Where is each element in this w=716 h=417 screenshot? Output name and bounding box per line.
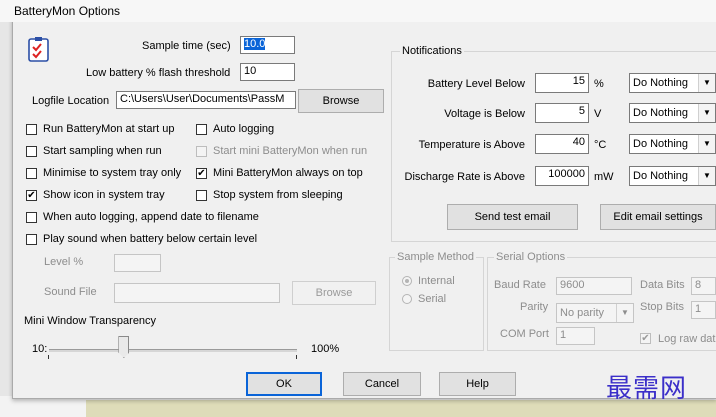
notification-unit: % (594, 78, 604, 90)
app-icon (28, 36, 50, 62)
option-label: Start sampling when run (43, 145, 162, 157)
option-label: Mini BatteryMon always on top (213, 167, 363, 179)
notification-threshold-input[interactable]: 5 (535, 103, 589, 123)
option-label: When auto logging, append date to filena… (43, 211, 259, 223)
parity-select[interactable]: No parity ▼ (556, 303, 634, 323)
transparency-max-label: 100% (311, 343, 340, 355)
title-bar: BatteryMon Options (0, 0, 716, 22)
option-label: Play sound when battery below certain le… (43, 233, 258, 245)
option-checkbox[interactable] (26, 168, 37, 179)
low-battery-threshold-label: Low battery % flash threshold (86, 67, 231, 79)
internal-radio[interactable] (402, 276, 412, 286)
notification-label: Voltage is Below (444, 108, 525, 120)
parity-label: Parity (520, 301, 549, 313)
option-checkbox[interactable] (26, 124, 37, 135)
option-checkbox[interactable]: ✔ (26, 190, 37, 201)
low-battery-threshold-input[interactable]: 10 (240, 63, 295, 81)
transparency-min-label: 10: (32, 343, 48, 355)
slider-tick (296, 355, 297, 359)
option-label: Run BatteryMon at start up (43, 123, 175, 135)
option-label: Stop system from sleeping (213, 189, 343, 201)
chevron-down-icon: ▼ (616, 304, 633, 322)
logfile-browse-button[interactable]: Browse (298, 89, 384, 113)
chevron-down-icon: ▼ (698, 74, 715, 92)
notification-unit: mW (594, 171, 614, 183)
option-label: Auto logging (213, 123, 275, 135)
option-checkbox[interactable] (26, 234, 37, 245)
sound-browse-button[interactable]: Browse (292, 281, 376, 305)
option-label: Start mini BatteryMon when run (213, 145, 368, 157)
serial-label: Serial (418, 293, 447, 305)
level-input[interactable] (114, 254, 161, 272)
logfile-location-label: Logfile Location (32, 95, 110, 107)
cancel-button[interactable]: Cancel (343, 372, 421, 396)
chevron-down-icon: ▼ (698, 135, 715, 153)
option-label: Show icon in system tray (43, 189, 165, 201)
sound-file-label: Sound File (44, 286, 97, 298)
notification-action-select[interactable]: Do Nothing ▼ (629, 166, 716, 186)
notification-action-value: Do Nothing (633, 77, 689, 89)
stop-bits-label: Stop Bits (640, 301, 685, 313)
transparency-label: Mini Window Transparency (24, 315, 157, 327)
notifications-group-title: Notifications (400, 45, 464, 57)
level-label: Level % (44, 256, 84, 268)
serial-radio[interactable] (402, 294, 412, 304)
parity-value: No parity (560, 307, 605, 319)
ok-button[interactable]: OK (246, 372, 322, 396)
com-port-input[interactable]: 1 (556, 327, 595, 345)
option-checkbox[interactable] (196, 190, 207, 201)
notification-threshold-input[interactable]: 100000 (535, 166, 589, 186)
site-watermark: 最需网 (606, 374, 688, 404)
option-checkbox[interactable]: ✔ (196, 168, 207, 179)
notification-action-value: Do Nothing (633, 107, 689, 119)
help-button[interactable]: Help (439, 372, 516, 396)
data-bits-label: Data Bits (640, 279, 685, 291)
slider-tick (48, 355, 49, 359)
internal-label: Internal (418, 275, 455, 287)
option-checkbox[interactable] (26, 212, 37, 223)
sound-file-input[interactable] (114, 283, 280, 303)
notification-action-select[interactable]: Do Nothing ▼ (629, 103, 716, 123)
notification-label: Temperature is Above (418, 139, 525, 151)
baud-rate-label: Baud Rate (494, 279, 546, 291)
sample-method-title: Sample Method (395, 251, 477, 263)
notification-unit: V (594, 108, 602, 120)
log-raw-data-checkbox[interactable]: ✔ (640, 333, 651, 344)
chevron-down-icon: ▼ (698, 167, 715, 185)
notification-action-select[interactable]: Do Nothing ▼ (629, 134, 716, 154)
log-raw-data-label: Log raw dat (658, 333, 716, 345)
notification-action-value: Do Nothing (633, 138, 689, 150)
notification-unit: °C (594, 139, 607, 151)
option-checkbox[interactable] (196, 124, 207, 135)
notification-threshold-input[interactable]: 40 (535, 134, 589, 154)
notification-action-select[interactable]: Do Nothing ▼ (629, 73, 716, 93)
serial-options-title: Serial Options (494, 251, 568, 263)
data-bits-input[interactable]: 8 (691, 277, 716, 295)
edit-email-settings-button[interactable]: Edit email settings (600, 204, 716, 230)
sample-time-label: Sample time (sec) (142, 40, 231, 52)
notification-action-value: Do Nothing (633, 170, 689, 182)
sample-time-value: 10.0 (244, 38, 266, 50)
notification-label: Battery Level Below (427, 78, 525, 90)
notification-threshold-input[interactable]: 15 (535, 73, 589, 93)
notification-label: Discharge Rate is Above (404, 171, 525, 183)
option-label: Minimise to system tray only (43, 167, 182, 179)
option-checkbox[interactable] (26, 146, 37, 157)
logfile-location-input[interactable]: C:\Users\User\Documents\PassM (116, 91, 296, 109)
chevron-down-icon: ▼ (698, 104, 715, 122)
baud-rate-input[interactable]: 9600 (556, 277, 632, 295)
com-port-label: COM Port (500, 328, 549, 340)
option-checkbox[interactable] (196, 146, 207, 157)
window-title: BatteryMon Options (14, 4, 121, 18)
stop-bits-input[interactable]: 1 (691, 301, 716, 319)
sample-time-input[interactable]: 10.0 (240, 36, 295, 54)
send-test-email-button[interactable]: Send test email (447, 204, 578, 230)
transparency-slider-track[interactable] (49, 349, 297, 352)
